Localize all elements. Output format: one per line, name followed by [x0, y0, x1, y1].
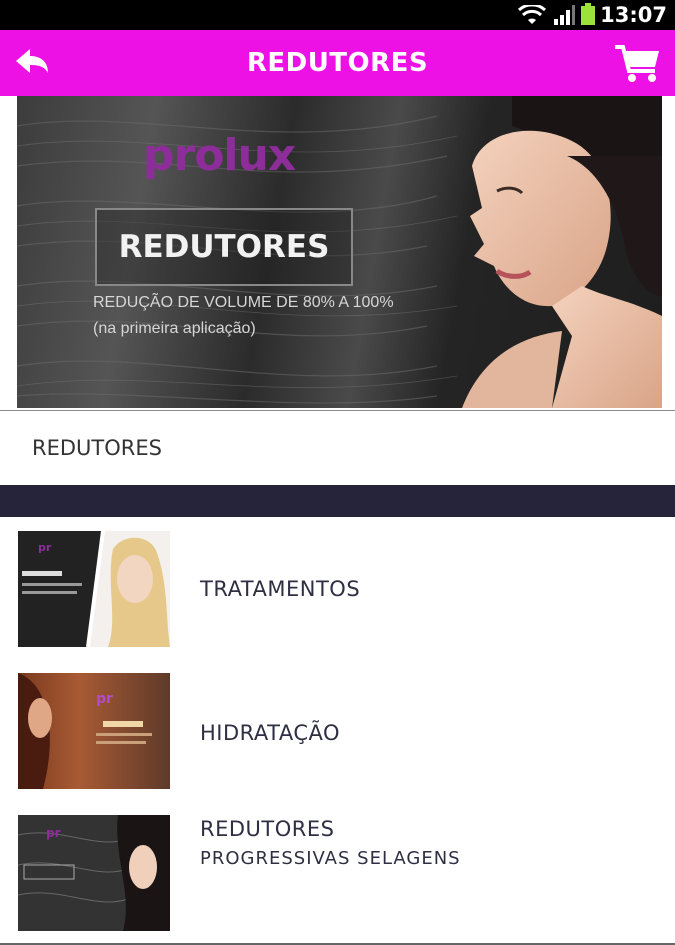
- svg-text:pr: pr: [46, 826, 61, 840]
- item-subtitle: PROGRESSIVAS SELAGENS: [200, 848, 461, 869]
- list-item-tratamentos[interactable]: pr TRATAMENTOS: [0, 517, 675, 661]
- brand-name: prolux: [143, 130, 296, 181]
- model-photo: [462, 96, 662, 408]
- wifi-icon: [517, 5, 547, 24]
- banner-note: (na primeira aplicação): [93, 320, 256, 337]
- signal-icon: [554, 5, 575, 25]
- svg-text:pr: pr: [38, 541, 52, 554]
- banner-title-box: REDUTORES: [95, 208, 353, 286]
- brand-logo: prolux: [143, 130, 296, 181]
- item-thumbnail: pr: [18, 673, 170, 789]
- category-title: REDUTORES: [32, 436, 162, 460]
- banner-subtitle: REDUÇÃO DE VOLUME DE 80% A 100%: [93, 294, 394, 311]
- item-label: REDUTORES: [200, 817, 335, 841]
- item-label: TRATAMENTOS: [200, 577, 361, 601]
- battery-icon: [581, 3, 595, 25]
- page-title: REDUTORES: [246, 48, 429, 78]
- svg-text:pr: pr: [96, 691, 113, 707]
- promo-banner[interactable]: prolux REDUTORES REDUÇÃO DE VOLUME DE 80…: [17, 96, 662, 408]
- status-bar: 13:07: [0, 0, 675, 30]
- status-time: 13:07: [600, 3, 667, 27]
- cart-icon: [615, 45, 659, 82]
- app-bar: REDUTORES: [0, 30, 675, 96]
- banner-title: REDUTORES: [118, 229, 330, 265]
- section-divider: [0, 485, 675, 517]
- status-icons: [517, 3, 595, 25]
- list-item-redutores[interactable]: pr REDUTORES PROGRESSIVAS SELAGENS: [0, 801, 675, 945]
- item-thumbnail: pr: [18, 531, 170, 647]
- cart-button[interactable]: [613, 43, 663, 85]
- item-thumbnail: pr: [18, 815, 170, 931]
- category-header: REDUTORES: [0, 410, 675, 486]
- item-label: HIDRATAÇÃO: [200, 721, 341, 745]
- list-item-hidratacao[interactable]: pr HIDRATAÇÃO: [0, 659, 675, 803]
